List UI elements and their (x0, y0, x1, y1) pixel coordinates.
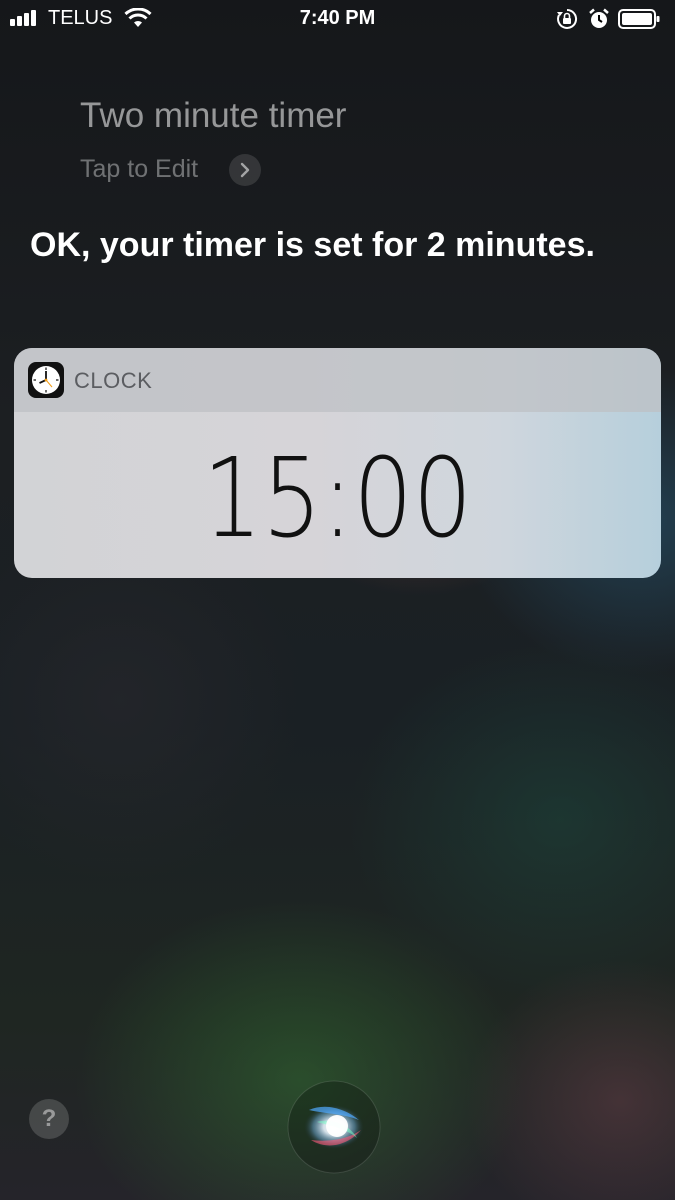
card-header: CLOCK (14, 348, 661, 412)
siri-response-text: OK, your timer is set for 2 minutes. (30, 226, 595, 264)
clock-app-icon (28, 362, 64, 398)
help-button[interactable]: ? (29, 1099, 69, 1139)
chevron-right-icon[interactable] (229, 154, 261, 186)
timer-value: 15:00 (202, 434, 473, 562)
siri-orb-icon[interactable] (287, 1080, 381, 1174)
battery-icon (618, 9, 660, 29)
tap-to-edit-link[interactable]: Tap to Edit (80, 155, 198, 184)
app-name-label: CLOCK (74, 368, 153, 393)
alarm-icon (589, 8, 609, 28)
clock-timer-card[interactable]: CLOCK 15:00 (14, 348, 661, 578)
status-bar: TELUS 7:40 PM (0, 0, 675, 38)
siri-query-text[interactable]: Two minute timer (80, 96, 346, 136)
rotation-lock-icon (557, 8, 578, 29)
